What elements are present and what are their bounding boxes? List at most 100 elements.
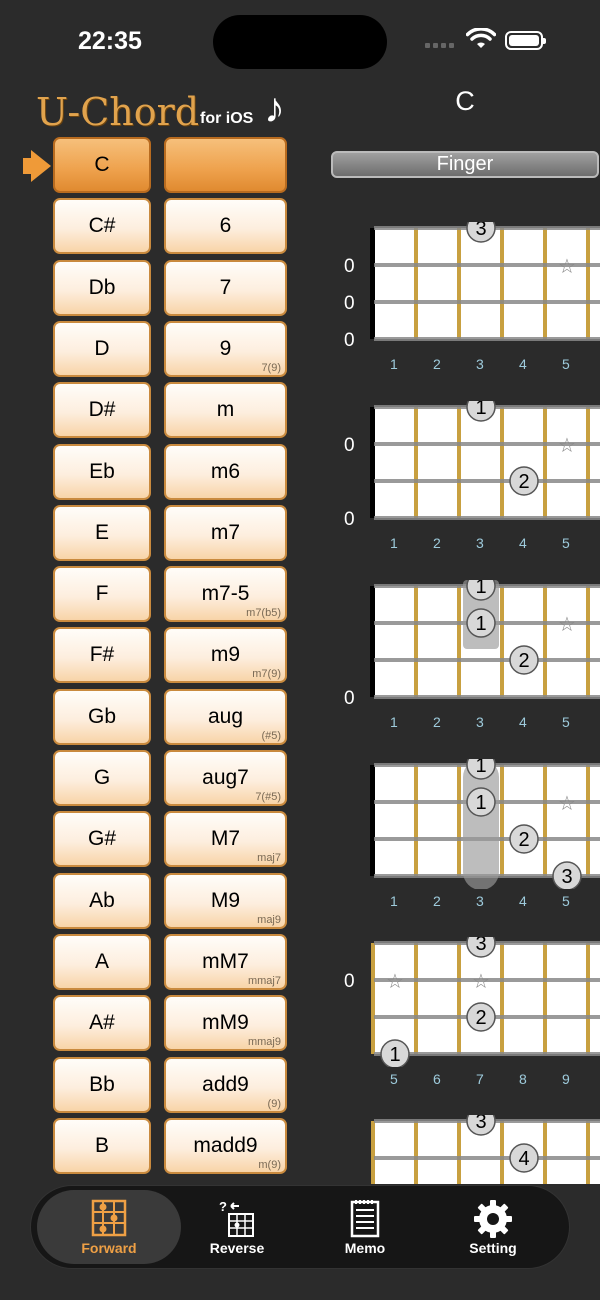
root-button[interactable]: C# xyxy=(53,198,151,255)
fret-wire xyxy=(457,407,461,518)
fret-wire xyxy=(500,407,504,518)
root-button[interactable]: B xyxy=(53,1117,151,1174)
chord-type-button[interactable] xyxy=(164,137,287,193)
fret-wire xyxy=(371,1121,375,1184)
tab-setting-label: Setting xyxy=(469,1240,517,1256)
memo-icon xyxy=(350,1200,380,1238)
finger-number: 2 xyxy=(518,471,529,493)
fret-wire xyxy=(586,1121,590,1184)
chord-type-button[interactable]: aug7 7(#5) xyxy=(164,750,287,806)
finger-number: 2 xyxy=(518,650,529,672)
fret-wire xyxy=(543,765,547,876)
chord-type-button[interactable]: m9 m7(9) xyxy=(164,627,287,684)
fret-number: 3 xyxy=(476,356,484,372)
chord-diagram[interactable]: 34☆☆ xyxy=(330,1115,600,1184)
fret-wire xyxy=(414,943,418,1054)
fret-wire xyxy=(586,407,590,518)
root-button[interactable]: F# xyxy=(53,627,151,684)
finger-number: 3 xyxy=(561,866,572,888)
root-button[interactable]: A# xyxy=(53,995,151,1052)
chord-type-alias: 7(#5) xyxy=(255,791,281,803)
fretboard: 3 ☆ ☆ 2 1 xyxy=(371,937,600,1067)
finger-number: 1 xyxy=(389,1044,400,1066)
tab-forward[interactable]: Forward xyxy=(37,1190,181,1264)
nut xyxy=(370,407,375,518)
fret-number: 1 xyxy=(390,893,398,909)
fret-wire xyxy=(586,943,590,1054)
tab-bar: Forward ? Reverse Memo Setting xyxy=(30,1185,570,1269)
star-marker: ☆ xyxy=(472,969,490,993)
fret-number: 4 xyxy=(519,714,527,730)
finger-number: 1 xyxy=(475,580,486,598)
chord-type-button[interactable]: mM9 mmaj9 xyxy=(164,995,287,1052)
fret-wire xyxy=(543,943,547,1054)
star-marker: ☆ xyxy=(558,433,576,457)
chord-diagram[interactable]: 1 1 ☆ 2 0 1 2 3 4 5 xyxy=(330,580,600,740)
chord-type-button[interactable]: m6 xyxy=(164,443,287,500)
chord-type-button[interactable]: M9 maj9 xyxy=(164,872,287,929)
root-button[interactable]: D xyxy=(53,320,151,377)
finger-number: 2 xyxy=(518,829,529,851)
fret-wire xyxy=(414,765,418,876)
finger-button[interactable]: Finger xyxy=(331,151,599,178)
fret-wire xyxy=(457,1121,461,1184)
open-string-marker: 0 xyxy=(344,330,355,351)
chord-type-button[interactable]: m7-5 m7(b5) xyxy=(164,566,287,623)
finger-number: 3 xyxy=(475,222,486,240)
fret-wire xyxy=(543,407,547,518)
root-button[interactable]: E xyxy=(53,504,151,561)
chord-type-button[interactable]: 7 xyxy=(164,259,287,316)
chord-type-button[interactable]: madd9 m(9) xyxy=(164,1117,287,1174)
star-marker: ☆ xyxy=(386,969,404,993)
root-button[interactable]: D# xyxy=(53,382,151,439)
tab-forward-label: Forward xyxy=(81,1240,137,1256)
root-button[interactable]: F xyxy=(53,566,151,623)
chord-diagram[interactable]: 3 ☆ ☆ 2 1 0 5 6 7 8 9 xyxy=(330,937,600,1097)
chord-type-button[interactable]: 6 xyxy=(164,198,287,255)
string-line xyxy=(374,479,600,483)
chord-type-label: m7-5 xyxy=(201,582,250,606)
root-button[interactable]: Bb xyxy=(53,1056,151,1113)
root-button[interactable]: Eb xyxy=(53,443,151,500)
open-string-marker: 0 xyxy=(344,256,355,277)
fret-wire xyxy=(414,1121,418,1184)
chord-type-alias: (9) xyxy=(267,1097,281,1110)
chord-type-label: aug7 xyxy=(202,766,249,789)
chord-type-button[interactable]: 9 7(9) xyxy=(164,320,287,377)
chord-diagram[interactable]: 3 ☆ 0 0 0 1 2 3 4 5 xyxy=(330,222,600,382)
open-string-marker: 0 xyxy=(344,688,355,709)
chord-type-alias: m7(b5) xyxy=(246,607,281,620)
chord-type-button[interactable]: m7 xyxy=(164,504,287,561)
root-button[interactable]: G# xyxy=(53,811,151,868)
tab-memo[interactable]: Memo xyxy=(293,1190,437,1264)
chord-diagram[interactable]: 1 ☆ 2 0 0 1 2 3 4 5 xyxy=(330,401,600,561)
chord-type-alias: mmaj9 xyxy=(247,1036,281,1049)
logo-subtitle: for iOS xyxy=(200,110,254,127)
tab-reverse[interactable]: ? Reverse xyxy=(165,1190,309,1264)
root-button[interactable]: A xyxy=(53,933,151,990)
root-button[interactable]: G xyxy=(53,750,151,806)
logo-title: U-Chord xyxy=(36,90,200,134)
fretboard-background xyxy=(374,407,600,518)
root-button[interactable]: Db xyxy=(53,259,151,316)
chord-type-button[interactable]: m xyxy=(164,382,287,439)
gear-icon xyxy=(474,1200,512,1238)
tab-setting[interactable]: Setting xyxy=(421,1190,565,1264)
fret-wire xyxy=(586,586,590,697)
chord-diagram[interactable]: 1 1 ☆ 2 3 1 2 3 4 5 xyxy=(330,759,600,919)
fret-wire xyxy=(543,228,547,339)
string-line xyxy=(374,516,600,520)
chord-type-button[interactable]: aug (#5) xyxy=(164,688,287,745)
chord-type-button[interactable]: M7 maj7 xyxy=(164,811,287,868)
string-line xyxy=(374,337,600,341)
root-button[interactable]: C xyxy=(53,137,151,193)
chord-type-button[interactable]: mM7 mmaj7 xyxy=(164,933,287,990)
fret-wire xyxy=(414,228,418,339)
root-button[interactable]: Ab xyxy=(53,872,151,929)
star-marker: ☆ xyxy=(558,791,576,815)
nut xyxy=(370,228,375,339)
fret-number: 2 xyxy=(433,535,441,551)
dynamic-island xyxy=(213,15,387,69)
root-button[interactable]: Gb xyxy=(53,688,151,745)
chord-type-button[interactable]: add9 (9) xyxy=(164,1056,287,1113)
